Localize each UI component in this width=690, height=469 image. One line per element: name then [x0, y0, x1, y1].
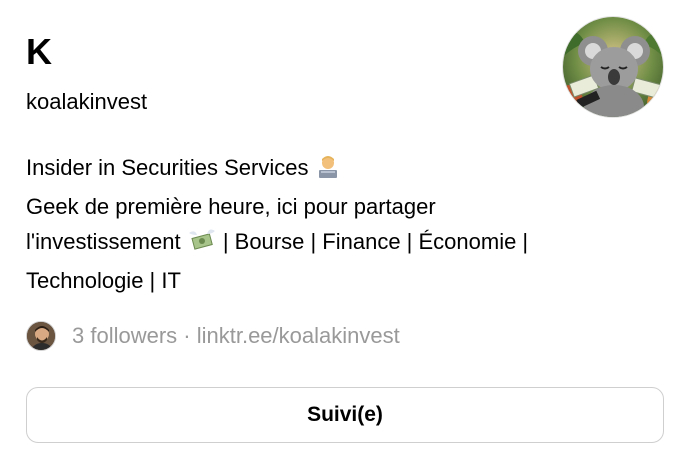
bio-line-1: Insider in Securities Services: [26, 150, 646, 189]
bio-line-4: Technologie | IT: [26, 268, 181, 293]
person-avatar-icon: [27, 322, 55, 350]
profile-avatar[interactable]: [562, 16, 664, 118]
koala-avatar-icon: [563, 17, 663, 117]
bio: Insider in Securities Services Geek de p…: [26, 150, 646, 298]
followers-row: 3 followers · linktr.ee/koalakinvest: [26, 320, 400, 352]
followers-meta: 3 followers · linktr.ee/koalakinvest: [72, 321, 400, 351]
bio-line-3-text-b: | Bourse | Finance | Économie |: [216, 229, 529, 254]
money-with-wings-icon: [187, 227, 217, 263]
bio-line-1-text: Insider in Securities Services: [26, 155, 315, 180]
bio-line-3: l'investissement | Bourse | Finance | Éc…: [26, 224, 646, 263]
technologist-icon: [315, 153, 341, 189]
follower-avatar[interactable]: [26, 321, 56, 351]
bio-line-3-text-a: l'investissement: [26, 229, 187, 254]
profile-link[interactable]: linktr.ee/koalakinvest: [197, 323, 400, 348]
meta-separator: ·: [177, 323, 197, 348]
profile-page: K koalakinvest Insider in Securities Ser…: [0, 0, 690, 469]
following-button[interactable]: Suivi(e): [26, 387, 664, 443]
bio-line-2: Geek de première heure, ici pour partage…: [26, 194, 436, 219]
display-name: K: [26, 31, 52, 72]
username: koalakinvest: [26, 89, 148, 114]
followers-count[interactable]: 3 followers: [72, 323, 177, 348]
